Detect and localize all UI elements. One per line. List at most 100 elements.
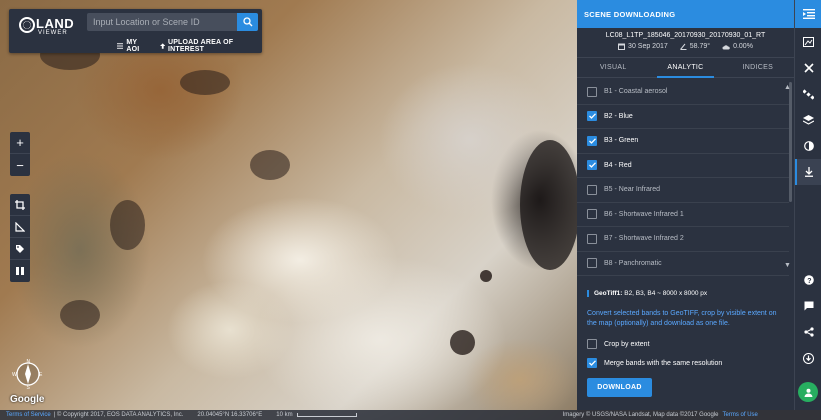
crop-label: Crop by extent [604,340,650,348]
band-b8[interactable]: B8 - Panchromatic [577,252,789,276]
crop-tool-button[interactable] [10,194,30,216]
geotiff-value: B2, B3, B4 ~ 8000 x 8000 px [624,290,708,297]
contrast-icon [803,141,814,151]
logo-sub: VIEWER [38,30,68,36]
user-icon [804,388,812,397]
merge-label: Merge bands with the same resolution [604,359,723,367]
band-checkbox[interactable] [587,111,597,122]
zoom-in-button[interactable]: + [10,132,30,154]
upload-aoi-link[interactable]: UPLOAD AREA OF INTEREST [159,39,263,53]
search-icon [242,17,252,27]
tab-visual[interactable]: VISUAL [577,58,649,77]
merge-checkbox[interactable] [587,358,597,368]
band-label: B1 - Coastal aerosol [604,88,668,96]
tool-controls [10,194,30,282]
scene-clouds-value: 0.00% [733,43,753,50]
download-tool-button[interactable] [795,159,821,185]
band-checkbox[interactable] [587,86,597,97]
cloud-icon [722,44,730,49]
layers-icon [803,115,814,125]
band-b1[interactable]: B1 - Coastal aerosol [577,80,789,105]
compare-tool-button[interactable] [10,260,30,282]
right-toolbar: ? [794,0,821,410]
share-icon [803,327,814,337]
band-b4[interactable]: B4 - Red [577,154,789,178]
scene-date: 30 Sep 2017 [618,43,668,50]
user-avatar[interactable] [798,382,818,402]
band-b3[interactable]: B3 - Green [577,129,789,154]
share-button[interactable] [795,319,821,345]
satellite-icon [803,88,814,100]
scale-label: 10 km [276,412,293,418]
band-checkbox[interactable] [587,209,597,220]
band-b6[interactable]: B6 - Shortwave Infrared 1 [577,203,789,227]
scene-sun-angle: 58.79° [679,43,710,50]
crop-by-extent-option[interactable]: Crop by extent [587,339,650,349]
tools-icon [803,63,814,73]
terms-of-service-link[interactable]: Terms of Service [6,412,51,418]
compass-n: N [27,359,31,365]
land-viewer-logo[interactable]: LAND VIEWER [19,14,77,38]
satellite-map[interactable] [0,0,577,420]
band-checkbox[interactable] [587,160,597,171]
search-input[interactable] [87,13,237,31]
band-b5[interactable]: B5 - Near Infrared [577,178,789,203]
tab-indices[interactable]: INDICES [722,58,794,77]
tag-icon [16,244,24,253]
band-label: B3 - Green [604,137,639,145]
tab-analytic[interactable]: ANALYTIC [649,58,721,78]
panel-title: SCENE DOWNLOADING [577,0,794,28]
measure-tool-button[interactable] [10,216,30,238]
panel-tabs: VISUAL ANALYTIC INDICES [577,58,794,78]
download-button[interactable]: DOWNLOAD [587,378,652,397]
compass-s: S [27,385,31,390]
compass-e: E [39,372,43,378]
scroll-down-icon[interactable]: ▼ [784,262,791,269]
geotiff-summary: GeoTiff1: B2, B3, B4 ~ 8000 x 8000 px [587,290,707,297]
band-b2[interactable]: B2 - Blue [577,105,789,129]
feedback-button[interactable] [795,293,821,319]
zoom-out-button[interactable]: − [10,154,30,176]
search-panel: LAND VIEWER MY AOI UPLOAD AREA OF INTERE… [9,9,262,53]
globe-icon [19,17,35,33]
compass-w: W [12,372,17,378]
band-list: B1 - Coastal aerosol B2 - Blue B3 - Gree… [577,80,789,276]
satellite-button[interactable] [795,81,821,107]
search-button[interactable] [237,13,258,31]
scene-download-panel: SCENE DOWNLOADING LC08_L1TP_185046_20170… [577,0,794,410]
band-checkbox[interactable] [587,184,597,195]
compass-icon[interactable]: E S W N [12,358,44,390]
merge-bands-option[interactable]: Merge bands with the same resolution [587,358,722,368]
downloads-list-button[interactable] [795,345,821,371]
band-label: B4 - Red [604,161,632,169]
convert-note: Convert selected bands to GeoTIFF, crop … [587,310,777,327]
check-icon [588,162,596,169]
layers-button[interactable] [795,107,821,133]
tag-tool-button[interactable] [10,238,30,260]
band-checkbox[interactable] [587,258,597,269]
help-button[interactable]: ? [795,267,821,293]
crop-checkbox[interactable] [587,339,597,349]
band-checkbox[interactable] [587,135,597,146]
scene-id: LC08_L1TP_185046_20170930_20170930_01_RT [605,32,766,39]
chat-icon [804,301,813,311]
upload-aoi-label: UPLOAD AREA OF INTEREST [167,39,234,53]
scroll-up-icon[interactable]: ▲ [784,84,791,91]
tools-button[interactable] [795,55,821,81]
logo-word: LAND [36,16,75,31]
my-aoi-link[interactable]: MY AOI [117,39,150,53]
gallery-button[interactable] [795,29,821,55]
upload-icon [159,42,165,49]
help-icon: ? [803,275,814,285]
terms-of-use-link[interactable]: Terms of Use [723,412,758,418]
cursor-coordinates: 20.04045°N 16.33706°E [197,412,263,418]
my-aoi-label: MY AOI [126,39,140,53]
band-checkbox[interactable] [587,233,597,244]
band-label: B2 - Blue [604,112,633,120]
band-label: B5 - Near Infrared [604,186,661,194]
band-b7[interactable]: B7 - Shortwave Infrared 2 [577,227,789,252]
contrast-button[interactable] [795,133,821,159]
image-icon [803,37,814,47]
band-list-scrollbar[interactable] [789,82,792,202]
collapse-panel-button[interactable] [795,0,821,28]
